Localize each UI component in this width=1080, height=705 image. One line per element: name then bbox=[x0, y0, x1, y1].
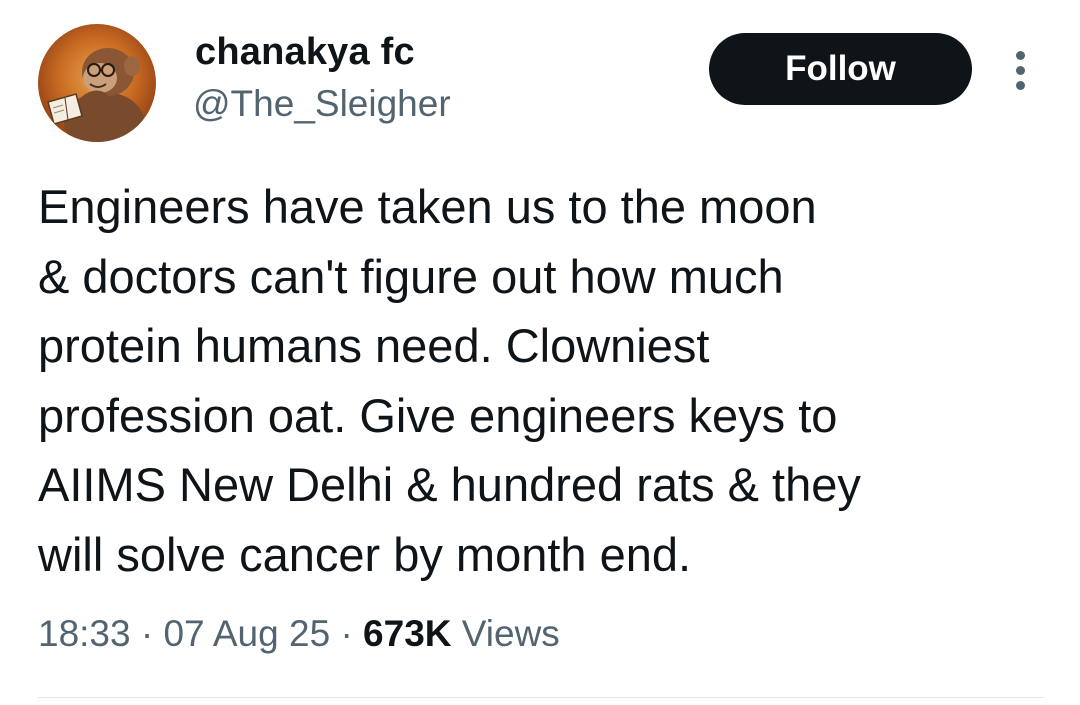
more-vertical-icon[interactable] bbox=[1002, 44, 1038, 96]
tweet-text-line: will solve cancer by month end. bbox=[38, 527, 692, 581]
tweet-text: Engineers have taken us to the moon & do… bbox=[38, 172, 1048, 589]
tweet-meta: 18:33 · 07 Aug 25 · 673K Views bbox=[38, 608, 560, 660]
meta-separator: · bbox=[340, 613, 353, 654]
tweet-text-line: & doctors can't figure out how much bbox=[38, 249, 784, 303]
views-count[interactable]: 673K bbox=[363, 613, 451, 654]
tweet-date[interactable]: 07 Aug 25 bbox=[163, 613, 330, 654]
monkey-reading-book-avatar-icon bbox=[38, 24, 156, 142]
more-dot bbox=[1015, 80, 1025, 90]
follow-button[interactable]: Follow bbox=[709, 33, 972, 105]
author-handle[interactable]: @The_Sleigher bbox=[193, 81, 451, 127]
divider bbox=[38, 697, 1044, 698]
more-dot bbox=[1015, 50, 1025, 60]
tweet-time[interactable]: 18:33 bbox=[38, 613, 131, 654]
avatar[interactable] bbox=[38, 24, 156, 142]
more-dot bbox=[1015, 65, 1025, 75]
author-display-name[interactable]: chanakya fc bbox=[195, 29, 415, 75]
meta-separator: · bbox=[140, 613, 154, 654]
tweet-text-line: AIIMS New Delhi & hundred rats & they bbox=[38, 458, 861, 511]
tweet-text-line: Engineers have taken us to the moon bbox=[38, 180, 817, 233]
tweet-card: chanakya fc @The_Sleigher Follow Enginee… bbox=[0, 0, 1080, 705]
tweet-text-line: protein humans need. Clowniest bbox=[38, 319, 710, 372]
tweet-text-line: profession oat. Give engineers keys to bbox=[38, 388, 838, 442]
views-label: Views bbox=[461, 613, 560, 654]
